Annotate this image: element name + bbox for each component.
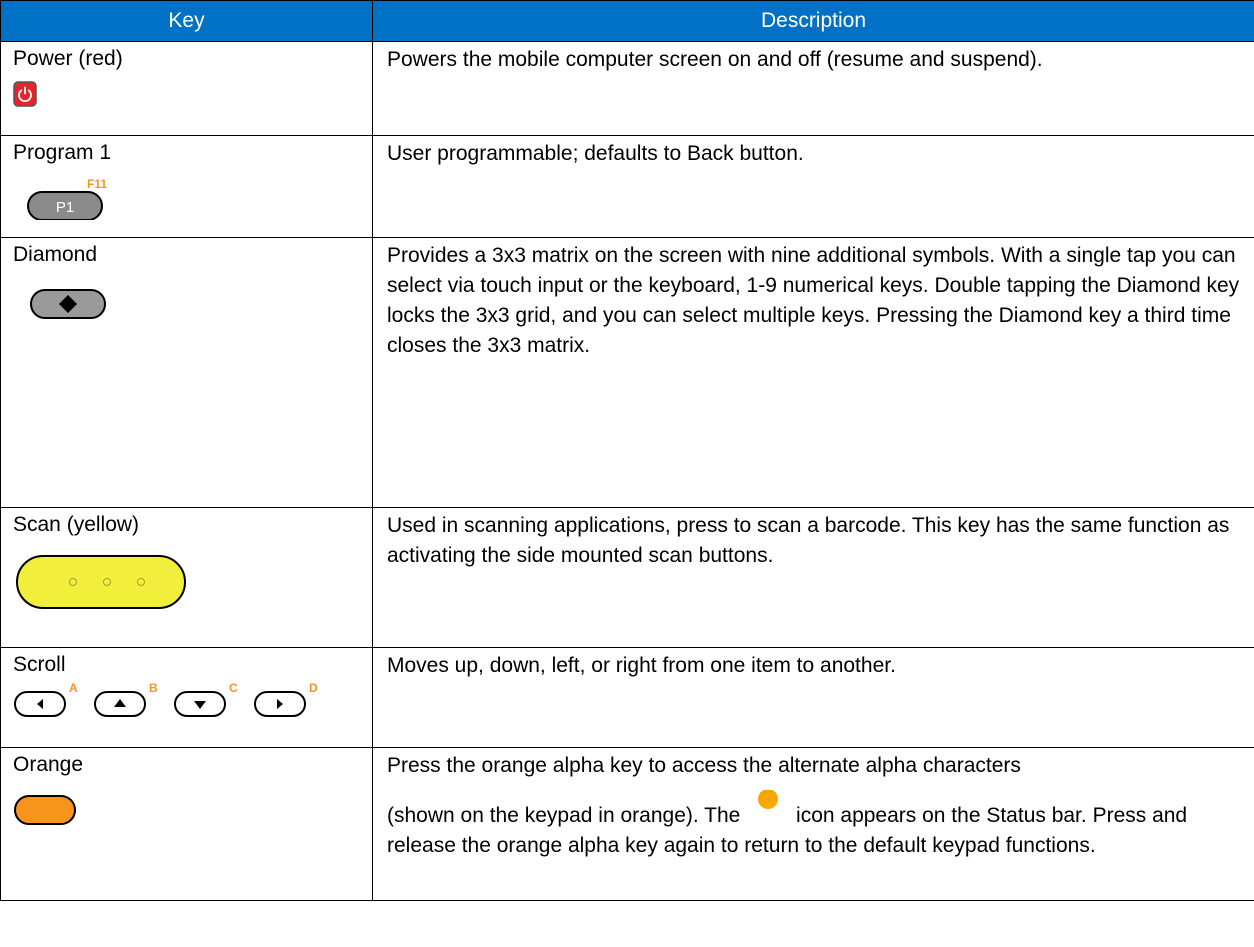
p1-label: P1 — [56, 199, 74, 216]
scroll-up-key: B — [94, 681, 158, 717]
key-name: Diamond — [13, 243, 98, 266]
scroll-keys-icon: A B C D — [14, 681, 318, 717]
key-cell: Diamond — [0, 237, 373, 508]
table-row: Orange Press the orange alpha key to acc… — [0, 747, 1254, 901]
program-1-key-icon: F11 P1 — [27, 177, 107, 220]
orange-description-line1: Press the orange alpha key to access the… — [387, 754, 1021, 777]
description-cell: Press the orange alpha key to access the… — [372, 747, 1254, 901]
table-row: Diamond Provides a 3x3 matrix on the scr… — [0, 237, 1254, 508]
description-cell: Provides a 3x3 matrix on the screen with… — [372, 237, 1254, 508]
table-row: Power (red) Powers the mobile computer s… — [0, 41, 1254, 136]
key-name: Orange — [13, 753, 84, 776]
orange-description-line2: (shown on the keypad in orange). The — [387, 804, 741, 827]
scroll-label-d: D — [309, 681, 318, 695]
orange-status-icon — [758, 789, 779, 809]
description-cell: Moves up, down, left, or right from one … — [372, 647, 1254, 748]
scroll-label-c: C — [229, 681, 238, 695]
key-name: Scan (yellow) — [13, 513, 140, 536]
orange-key-icon — [14, 795, 76, 825]
table-row: Scroll A B C D Moves up, down, left, or … — [0, 647, 1254, 748]
table-header-row: Key Description — [0, 0, 1254, 42]
scan-key-icon — [16, 555, 186, 609]
key-cell: Scroll A B C D — [0, 647, 373, 748]
scroll-label-a: A — [69, 681, 78, 695]
keypad-table: Key Description Power (red) Powers the m… — [0, 0, 1254, 901]
header-description: Description — [372, 0, 1254, 42]
key-name: Scroll — [13, 653, 66, 676]
table-row: Program 1 F11 P1 User programmable; defa… — [0, 135, 1254, 238]
table-row: Scan (yellow) Used in scanning applicati… — [0, 507, 1254, 648]
key-cell: Scan (yellow) — [0, 507, 373, 648]
f11-label: F11 — [87, 177, 107, 191]
power-key-icon — [13, 81, 37, 107]
key-name: Power (red) — [13, 47, 123, 70]
scroll-down-key: C — [174, 681, 238, 717]
key-cell: Program 1 F11 P1 — [0, 135, 373, 238]
header-key: Key — [0, 0, 373, 42]
key-name: Program 1 — [13, 141, 112, 164]
scroll-left-key: A — [14, 681, 78, 717]
scroll-right-key: D — [254, 681, 318, 717]
description-cell: Powers the mobile computer screen on and… — [372, 41, 1254, 136]
description-cell: User programmable; defaults to Back butt… — [372, 135, 1254, 238]
key-cell: Power (red) — [0, 41, 373, 136]
scroll-label-b: B — [149, 681, 158, 695]
key-cell: Orange — [0, 747, 373, 901]
diamond-key-icon — [30, 289, 106, 319]
description-cell: Used in scanning applications, press to … — [372, 507, 1254, 648]
